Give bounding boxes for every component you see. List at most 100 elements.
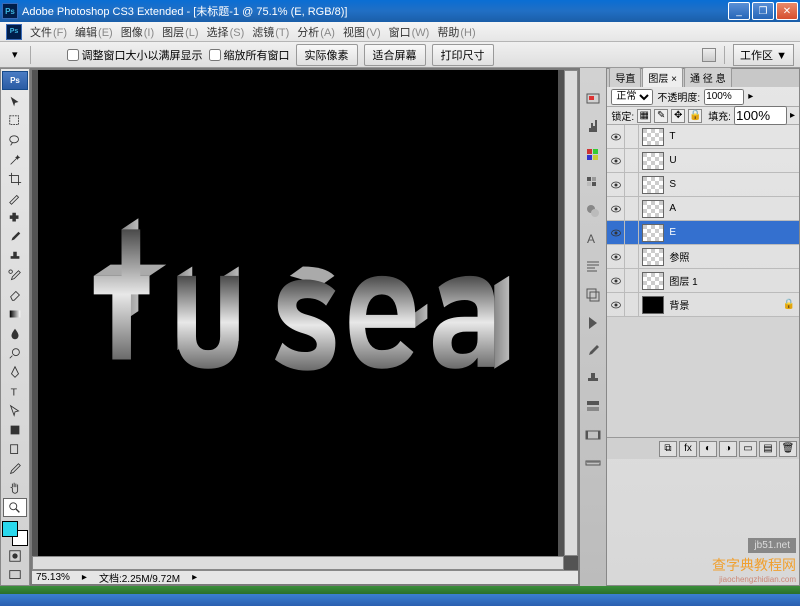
- menu-image[interactable]: 图像(I): [117, 22, 158, 42]
- path-select-tool[interactable]: [3, 401, 27, 420]
- visibility-eye-icon[interactable]: [607, 173, 625, 196]
- blur-tool[interactable]: [3, 324, 27, 343]
- menu-view[interactable]: 视图(V): [339, 22, 385, 42]
- link-layers-icon[interactable]: ⧉: [659, 441, 677, 457]
- layer-link-cell[interactable]: [625, 197, 639, 220]
- wand-tool[interactable]: [3, 150, 27, 169]
- brush-tool[interactable]: [3, 228, 27, 247]
- layer-fx-icon[interactable]: fx: [679, 441, 697, 457]
- vertical-scrollbar[interactable]: [564, 70, 578, 556]
- menu-help[interactable]: 帮助(H): [433, 22, 479, 42]
- layer-name[interactable]: E: [667, 227, 799, 238]
- dodge-tool[interactable]: [3, 343, 27, 362]
- menu-file[interactable]: 文件(F): [26, 22, 71, 42]
- screenmode-toggle[interactable]: [3, 566, 27, 585]
- type-tool[interactable]: T: [3, 382, 27, 401]
- heal-tool[interactable]: [3, 208, 27, 227]
- layer-link-cell[interactable]: [625, 173, 639, 196]
- zoom-readout[interactable]: 75.13%: [36, 572, 70, 583]
- layer-thumbnail[interactable]: [642, 296, 664, 314]
- character-panel-icon[interactable]: A: [582, 228, 604, 250]
- foreground-color-swatch[interactable]: [2, 521, 18, 537]
- shape-tool[interactable]: [3, 421, 27, 440]
- layer-name[interactable]: U: [667, 155, 799, 166]
- fit-screen-button[interactable]: 适合屏幕: [364, 44, 426, 66]
- status-menu-icon[interactable]: ▸: [192, 572, 197, 583]
- styles-panel-icon[interactable]: [582, 200, 604, 222]
- layers-empty-area[interactable]: [607, 317, 799, 437]
- os-taskbar[interactable]: [0, 586, 800, 606]
- layer-thumbnail[interactable]: [642, 176, 664, 194]
- crop-tool[interactable]: [3, 170, 27, 189]
- layer-name[interactable]: 参照: [667, 249, 799, 264]
- move-tool[interactable]: [3, 92, 27, 111]
- notes-tool[interactable]: [3, 440, 27, 459]
- layer-mask-icon[interactable]: ◐: [699, 441, 717, 457]
- visibility-eye-icon[interactable]: [607, 245, 625, 268]
- stamp-tool[interactable]: [3, 247, 27, 266]
- menu-window[interactable]: 窗口(W): [385, 22, 434, 42]
- histogram-panel-icon[interactable]: [582, 116, 604, 138]
- hand-tool[interactable]: [3, 479, 27, 498]
- layer-thumbnail[interactable]: [642, 152, 664, 170]
- eraser-tool[interactable]: [3, 286, 27, 305]
- canvas[interactable]: [38, 70, 558, 556]
- adjustment-layer-icon[interactable]: ◑: [719, 441, 737, 457]
- actions-panel-icon[interactable]: [582, 312, 604, 334]
- brushes-panel-icon[interactable]: [582, 340, 604, 362]
- animation-panel-icon[interactable]: [582, 424, 604, 446]
- gradient-tool[interactable]: [3, 305, 27, 324]
- horizontal-scrollbar[interactable]: [32, 556, 564, 570]
- layer-row[interactable]: 图层 1: [607, 269, 799, 293]
- lock-position-icon[interactable]: ✥: [671, 109, 685, 123]
- zoom-out-icon[interactable]: [53, 53, 61, 57]
- marquee-tool[interactable]: [3, 112, 27, 131]
- layer-row[interactable]: E: [607, 221, 799, 245]
- clonesrc-panel-icon[interactable]: [582, 368, 604, 390]
- layer-link-cell[interactable]: [625, 221, 639, 244]
- measure-panel-icon[interactable]: [582, 452, 604, 474]
- layer-row[interactable]: 背景🔒: [607, 293, 799, 317]
- eyedropper-tool[interactable]: [3, 459, 27, 478]
- opacity-input[interactable]: [704, 89, 744, 105]
- layercomps-panel-icon[interactable]: [582, 284, 604, 306]
- canvas-viewport[interactable]: [32, 70, 564, 556]
- layer-name[interactable]: S: [667, 179, 799, 190]
- swatches-panel-icon[interactable]: [582, 172, 604, 194]
- blend-mode-select[interactable]: 正常: [611, 89, 653, 105]
- minimize-button[interactable]: _: [728, 2, 750, 20]
- visibility-eye-icon[interactable]: [607, 293, 625, 316]
- panel-toggle-icon[interactable]: [702, 48, 716, 62]
- visibility-eye-icon[interactable]: [607, 125, 625, 148]
- menu-layer[interactable]: 图层(L): [158, 22, 202, 42]
- fill-input[interactable]: [734, 106, 787, 125]
- color-swatches[interactable]: [2, 521, 28, 546]
- navigator-panel-icon[interactable]: [582, 88, 604, 110]
- layer-name[interactable]: A: [667, 203, 799, 214]
- layer-thumbnail[interactable]: [642, 272, 664, 290]
- layer-name[interactable]: T: [667, 131, 799, 142]
- color-panel-icon[interactable]: [582, 144, 604, 166]
- layer-row[interactable]: A: [607, 197, 799, 221]
- opacity-slider-icon[interactable]: ▸: [748, 91, 753, 102]
- layer-link-cell[interactable]: [625, 269, 639, 292]
- layer-thumbnail[interactable]: [642, 224, 664, 242]
- actual-pixels-button[interactable]: 实际像素: [296, 44, 358, 66]
- fill-slider-icon[interactable]: ▸: [790, 110, 795, 121]
- visibility-eye-icon[interactable]: [607, 149, 625, 172]
- tab-navigator[interactable]: 导直: [609, 67, 641, 87]
- layer-row[interactable]: S: [607, 173, 799, 197]
- workspace-selector[interactable]: 工作区 ▼: [733, 44, 794, 66]
- layer-link-cell[interactable]: [625, 293, 639, 316]
- visibility-eye-icon[interactable]: [607, 221, 625, 244]
- menu-edit[interactable]: 编辑(E): [71, 22, 117, 42]
- resize-window-checkbox[interactable]: 调整窗口大小以满屏显示: [67, 47, 203, 63]
- new-group-icon[interactable]: ▭: [739, 441, 757, 457]
- history-brush-tool[interactable]: [3, 266, 27, 285]
- layer-thumbnail[interactable]: [642, 128, 664, 146]
- pen-tool[interactable]: [3, 363, 27, 382]
- quickmask-toggle[interactable]: [3, 546, 27, 565]
- tab-channels-paths[interactable]: 通 径 息: [684, 67, 732, 87]
- layer-thumbnail[interactable]: [642, 200, 664, 218]
- layer-row[interactable]: 参照: [607, 245, 799, 269]
